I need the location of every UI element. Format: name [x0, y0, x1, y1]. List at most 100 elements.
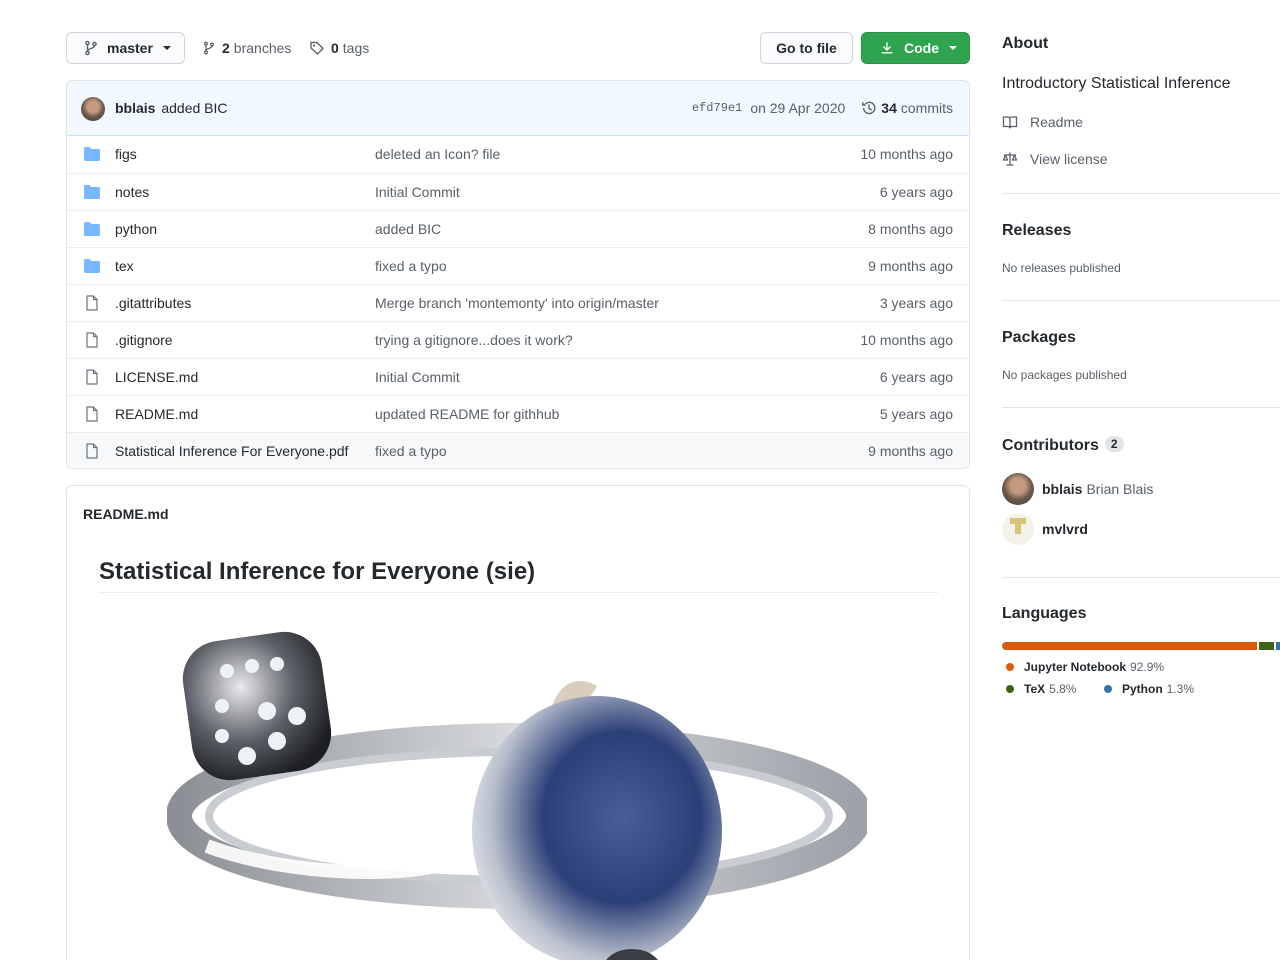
commit-date[interactable]: on 29 Apr 2020	[750, 100, 845, 116]
branches-label: branches	[233, 40, 292, 56]
go-to-file-label: Go to file	[776, 40, 837, 56]
chevron-down-icon	[162, 46, 171, 50]
file-name[interactable]: .gitignore	[115, 332, 173, 348]
file-commit-message[interactable]: added BIC	[375, 221, 441, 237]
contributors-title[interactable]: Contributors 2	[1002, 436, 1124, 455]
folder-icon	[84, 259, 100, 273]
packages-empty: No packages published	[1002, 368, 1127, 382]
sidebar: About Introductory Statistical Inference…	[1002, 0, 1280, 960]
branch-name: master	[107, 40, 153, 56]
releases-empty: No releases published	[1002, 261, 1121, 275]
contributors-count: 2	[1104, 436, 1124, 452]
commit-author[interactable]: bblais	[115, 100, 155, 116]
go-to-file-button[interactable]: Go to file	[760, 32, 853, 64]
code-button[interactable]: Code	[861, 32, 970, 64]
file-name[interactable]: Statistical Inference For Everyone.pdf	[115, 443, 348, 459]
readme-dice-planet-image	[167, 631, 867, 960]
language-percent: 1.3%	[1166, 682, 1195, 696]
language-item[interactable]: Jupyter Notebook 92.9%	[1006, 660, 1164, 674]
language-dot	[1006, 685, 1014, 693]
file-name[interactable]: notes	[115, 184, 149, 200]
readme-link[interactable]: Readme	[1002, 114, 1083, 130]
commits-label: commits	[900, 100, 953, 116]
contributor-item[interactable]: bblais Brian Blais	[1002, 473, 1153, 505]
commits-count: 34	[881, 100, 897, 116]
language-bar-segment	[1258, 642, 1275, 650]
language-dot	[1006, 663, 1014, 671]
file-row[interactable]: .gitattributes Merge branch 'montemonty' …	[67, 284, 969, 321]
language-bar-segment	[1276, 642, 1280, 650]
latest-commit-bar: bblais added BIC efd79e1 on 29 Apr 2020 …	[67, 81, 969, 136]
download-icon	[881, 42, 893, 54]
file-age: 6 years ago	[879, 369, 953, 385]
history-icon	[862, 101, 876, 115]
file-row[interactable]: python added BIC 8 months ago	[67, 210, 969, 247]
latest-commit-summary: bblais added BIC	[115, 100, 228, 116]
avatar	[1002, 473, 1034, 505]
contributor-item[interactable]: mvlvrd	[1002, 513, 1092, 545]
avatar	[1002, 513, 1034, 545]
tags-link[interactable]: 0 tags	[309, 38, 369, 58]
file-name[interactable]: LICENSE.md	[115, 369, 198, 385]
language-name: Jupyter Notebook	[1024, 660, 1127, 674]
file-age: 6 years ago	[879, 184, 953, 200]
branch-select-button[interactable]: master	[66, 32, 185, 64]
file-age: 10 months ago	[860, 146, 953, 162]
language-dot	[1104, 685, 1112, 693]
file-commit-message[interactable]: updated README for githhub	[375, 406, 559, 422]
language-percent: 92.9%	[1130, 660, 1165, 674]
folder-icon	[84, 147, 100, 161]
branches-link[interactable]: 2 branches	[202, 38, 291, 58]
file-row[interactable]: figs deleted an Icon? file 10 months ago	[67, 136, 969, 173]
languages-title: Languages	[1002, 605, 1087, 622]
file-list: figs deleted an Icon? file 10 months ago no…	[67, 136, 969, 468]
git-branch-icon	[203, 41, 215, 55]
file-commit-message[interactable]: trying a gitignore...does it work?	[375, 332, 573, 348]
language-item[interactable]: TeX 5.8%	[1006, 682, 1076, 696]
divider	[1002, 407, 1280, 408]
tags-label: tags	[342, 40, 370, 56]
file-commit-message[interactable]: fixed a typo	[375, 258, 447, 274]
divider	[1002, 300, 1280, 301]
license-link[interactable]: View license	[1002, 151, 1108, 167]
file-icon	[86, 406, 98, 422]
readme-filename: README.md	[83, 506, 169, 522]
releases-title[interactable]: Releases	[1002, 222, 1071, 240]
file-age: 8 months ago	[868, 221, 953, 237]
file-name[interactable]: python	[115, 221, 157, 237]
about-title: About	[1002, 35, 1049, 52]
file-name[interactable]: tex	[115, 258, 134, 274]
file-row[interactable]: LICENSE.md Initial Commit 6 years ago	[67, 358, 969, 395]
file-name[interactable]: .gitattributes	[115, 295, 191, 311]
file-commit-message[interactable]: Merge branch 'montemonty' into origin/ma…	[375, 295, 659, 311]
folder-icon	[84, 185, 100, 199]
file-row[interactable]: .gitignore trying a gitignore...does it w…	[67, 321, 969, 358]
about-description: Introductory Statistical Inference	[1002, 75, 1231, 92]
avatar[interactable]	[81, 97, 105, 121]
file-commit-message[interactable]: Initial Commit	[375, 184, 460, 200]
file-row[interactable]: Statistical Inference For Everyone.pdf fi…	[67, 432, 969, 468]
file-commit-message[interactable]: Initial Commit	[375, 369, 460, 385]
chevron-down-icon	[949, 46, 957, 50]
file-row[interactable]: tex fixed a typo 9 months ago	[67, 247, 969, 284]
tags-count: 0	[331, 40, 339, 56]
commit-message[interactable]: added BIC	[161, 100, 227, 116]
file-name[interactable]: README.md	[115, 406, 198, 422]
file-commit-message[interactable]: deleted an Icon? file	[375, 146, 500, 162]
packages-title[interactable]: Packages	[1002, 329, 1076, 347]
commits-link[interactable]: 34 commits	[861, 100, 953, 116]
file-browser: bblais added BIC efd79e1 on 29 Apr 2020 …	[66, 80, 970, 469]
license-link-label: View license	[1030, 151, 1108, 167]
file-name[interactable]: figs	[115, 146, 137, 162]
file-icon	[86, 443, 98, 459]
file-commit-message[interactable]: fixed a typo	[375, 443, 447, 459]
file-age: 10 months ago	[860, 332, 953, 348]
book-icon	[1002, 116, 1018, 129]
language-item[interactable]: Python 1.3%	[1104, 682, 1194, 696]
commit-sha[interactable]: efd79e1	[692, 101, 742, 115]
file-age: 9 months ago	[868, 443, 953, 459]
language-bar-segment	[1002, 642, 1257, 650]
file-row[interactable]: notes Initial Commit 6 years ago	[67, 173, 969, 210]
file-row[interactable]: README.md updated README for githhub 5 yea…	[67, 395, 969, 432]
readme-heading: Statistical Inference for Everyone (sie)	[99, 558, 536, 585]
